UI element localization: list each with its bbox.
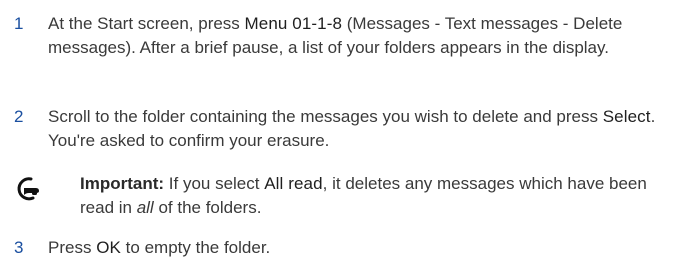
instruction-page: 1 At the Start screen, press Menu 01-1-8… [0, 0, 690, 270]
step-text: Scroll to the folder containing the mess… [48, 105, 660, 153]
important-note: Important: If you select All read, it de… [0, 172, 690, 226]
step-text: At the Start screen, press Menu 01-1-8 (… [48, 12, 660, 60]
note-label: Important: [80, 174, 165, 193]
step-number: 2 [14, 107, 24, 126]
step-1: 1 At the Start screen, press Menu 01-1-8… [0, 12, 690, 92]
note-text-part: of the folders. [153, 198, 262, 217]
step-3: 3 Press OK to empty the folder. [0, 236, 690, 262]
step-number: 1 [14, 14, 24, 33]
step-text-part: At the Start screen, press [48, 14, 245, 33]
step-number: 3 [14, 238, 24, 257]
note-text: Important: If you select All read, it de… [80, 172, 660, 220]
menu-key-label: Menu 01-1-8 [244, 14, 343, 33]
step-2: 2 Scroll to the folder containing the me… [0, 105, 690, 159]
step-text-part: Press [48, 238, 97, 257]
note-text-part: If you select [164, 174, 265, 193]
select-key-label: Select [602, 107, 651, 126]
pointing-hand-icon [12, 174, 42, 204]
step-text-part: Scroll to the folder containing the mess… [48, 107, 603, 126]
step-text-part: to empty the folder. [120, 238, 271, 257]
step-text: Press OK to empty the folder. [48, 236, 660, 260]
all-read-option-label: All read [264, 174, 323, 193]
emphasis-text: all [136, 198, 154, 217]
ok-key-label: OK [96, 238, 121, 257]
